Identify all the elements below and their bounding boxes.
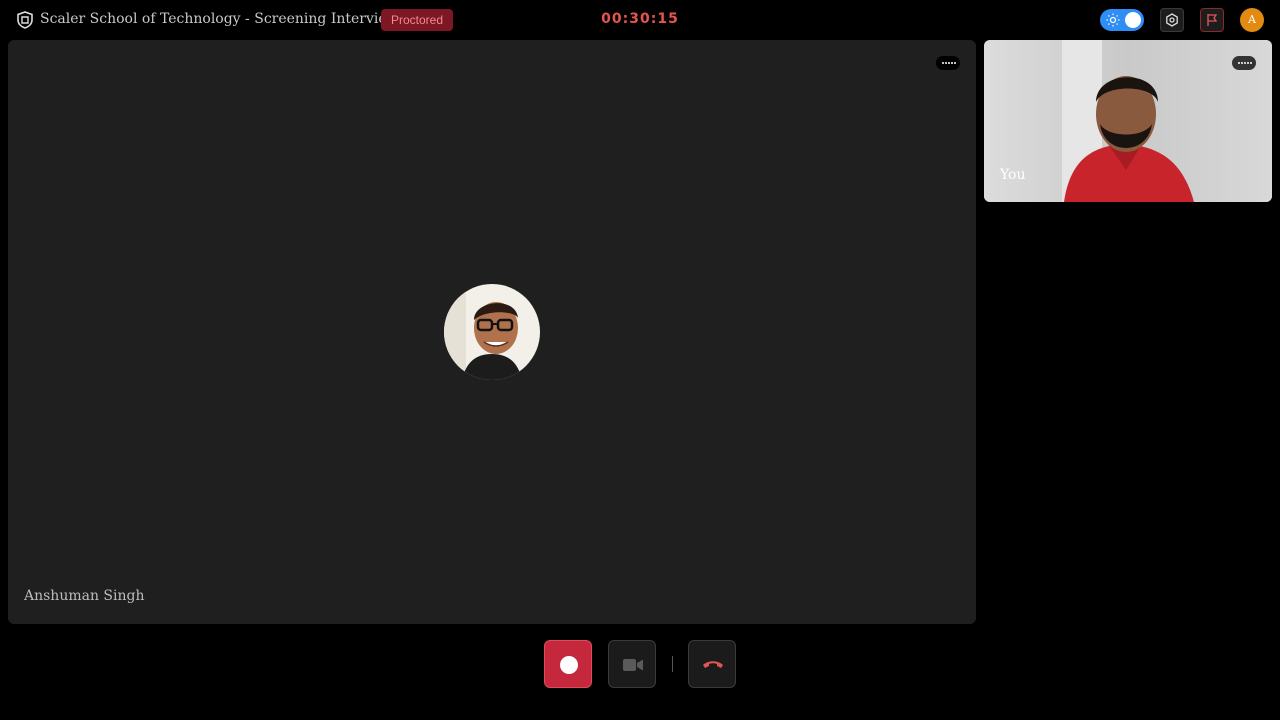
tile-options-button[interactable]: [936, 56, 960, 70]
call-controls: [0, 640, 1280, 688]
video-camera-icon: [623, 659, 643, 671]
theme-toggle[interactable]: [1100, 9, 1144, 31]
record-icon: [560, 656, 578, 674]
self-video-tile: You: [984, 40, 1272, 202]
more-dots-icon: [1238, 62, 1252, 64]
user-avatar[interactable]: A: [1240, 8, 1264, 32]
sun-icon: [1106, 13, 1120, 27]
record-button[interactable]: [544, 640, 592, 688]
flag-icon: [1207, 14, 1218, 26]
controls-divider: [672, 656, 673, 672]
toggle-knob: [1125, 12, 1141, 28]
call-timer: 00:30:15: [601, 11, 679, 27]
self-label: You: [1000, 167, 1026, 183]
participant-avatar: [444, 284, 540, 380]
camera-toggle-button[interactable]: [608, 640, 656, 688]
settings-hex-icon: [1166, 13, 1178, 27]
end-call-button[interactable]: [688, 640, 736, 688]
meeting-title: Scaler School of Technology - Screening …: [40, 11, 399, 27]
phone-hangup-icon: [703, 661, 723, 668]
self-video-feed: [984, 40, 1272, 202]
remote-participant-tile: Anshuman Singh: [8, 40, 976, 624]
proctored-badge: Proctored: [381, 9, 453, 31]
top-bar: Scaler School of Technology - Screening …: [0, 0, 1280, 40]
more-dots-icon: [942, 62, 956, 64]
participant-photo: [444, 284, 540, 380]
settings-button[interactable]: [1160, 8, 1184, 32]
self-tile-options-button[interactable]: [1232, 56, 1256, 70]
shield-logo-icon: [17, 11, 33, 29]
report-flag-button[interactable]: [1200, 8, 1224, 32]
participant-name: Anshuman Singh: [24, 588, 145, 604]
